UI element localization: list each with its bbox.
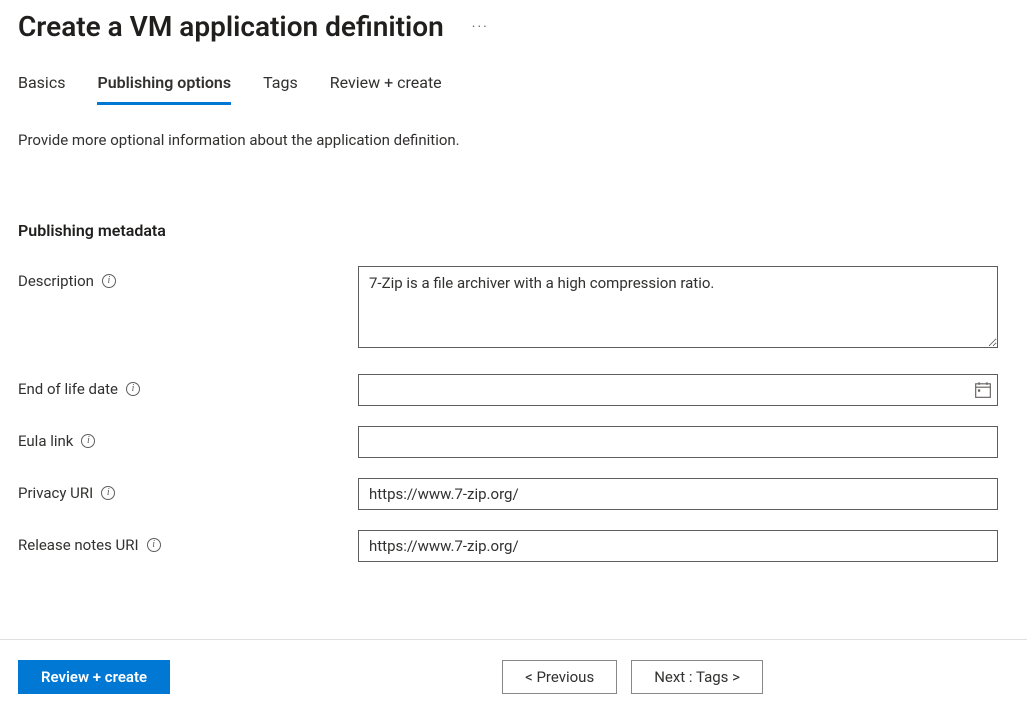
page-title: Create a VM application definition xyxy=(18,10,444,43)
previous-button[interactable]: < Previous xyxy=(502,660,617,694)
calendar-icon[interactable] xyxy=(974,381,992,399)
info-icon[interactable]: i xyxy=(147,538,161,552)
privacy-uri-input[interactable] xyxy=(358,478,998,510)
eol-date-label: End of life date xyxy=(18,380,118,398)
tab-tags[interactable]: Tags xyxy=(263,67,298,105)
info-icon[interactable]: i xyxy=(101,486,115,500)
intro-text: Provide more optional information about … xyxy=(0,105,1027,149)
section-heading-publishing-metadata: Publishing metadata xyxy=(0,149,1027,240)
footer-bar: Review + create < Previous Next : Tags > xyxy=(0,639,1027,712)
next-button[interactable]: Next : Tags > xyxy=(631,660,763,694)
review-create-button[interactable]: Review + create xyxy=(18,660,170,694)
description-label: Description xyxy=(18,272,94,290)
description-input[interactable] xyxy=(358,266,998,348)
release-notes-uri-input[interactable] xyxy=(358,530,998,562)
info-icon[interactable]: i xyxy=(102,274,116,288)
tab-basics[interactable]: Basics xyxy=(18,67,65,105)
eula-link-label: Eula link xyxy=(18,432,73,450)
release-notes-uri-label: Release notes URI xyxy=(18,536,139,554)
eol-date-input[interactable] xyxy=(358,374,998,406)
more-actions-button[interactable]: ··· xyxy=(466,15,495,39)
info-icon[interactable]: i xyxy=(81,434,95,448)
tab-publishing-options[interactable]: Publishing options xyxy=(97,67,231,105)
eula-link-input[interactable] xyxy=(358,426,998,458)
privacy-uri-label: Privacy URI xyxy=(18,484,93,502)
tab-review-create[interactable]: Review + create xyxy=(330,67,442,105)
tab-bar: Basics Publishing options Tags Review + … xyxy=(0,43,1027,105)
info-icon[interactable]: i xyxy=(126,382,140,396)
